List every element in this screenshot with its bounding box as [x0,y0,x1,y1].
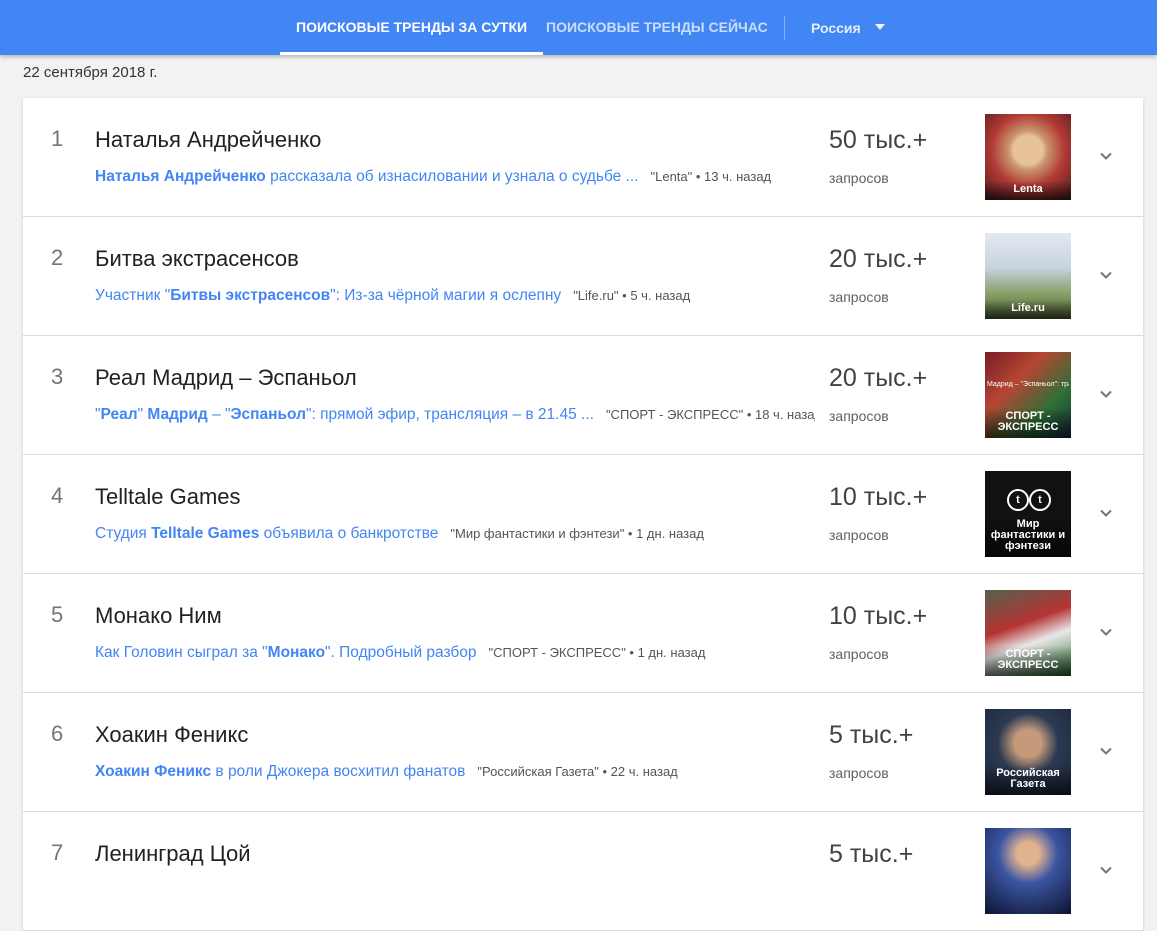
news-thumbnail[interactable]: Life.ru [985,233,1071,319]
news-thumbnail[interactable]: t t Мир фантастики и фэнтези [985,471,1071,557]
tab-divider [784,16,785,40]
news-image [985,828,1071,914]
date-heading: 22 сентября 2018 г. [23,64,158,81]
region-label: Россия [811,20,861,36]
news-thumbnail[interactable] [985,828,1071,914]
trend-row[interactable]: 1 Наталья Андрейченко Наталья Андрейченк… [23,98,1143,217]
trend-rank: 1 [51,126,64,151]
trend-title[interactable]: Наталья Андрейченко [95,127,321,153]
trend-article-line: Участник "Битвы экстрасенсов": Из-за чёр… [95,287,815,305]
trend-rank: 5 [51,602,64,627]
thumbnail-caption: Российская Газета [985,765,1071,795]
article-source: "СПОРТ - ЭКСПРЕСС" • 18 ч. назад [605,407,815,422]
article-source: "Life.ru" • 5 ч. назад [573,288,691,303]
search-count: 5 тыс.+ [829,721,914,749]
search-count: 20 тыс.+ [829,245,928,273]
news-thumbnail[interactable]: Lenta [985,114,1071,200]
thumbnail-caption: Lenta [985,181,1071,200]
thumbnail-caption: Мир фантастики и фэнтези [985,516,1071,557]
tab-realtime-trends[interactable]: ПОИСКОВЫЕ ТРЕНДЫ СЕЙЧАС [546,0,768,55]
trend-row[interactable]: 2 Битва экстрасенсов Участник "Битвы экс… [23,217,1143,336]
news-thumbnail[interactable]: Российская Газета [985,709,1071,795]
article-link[interactable]: Как Головин сыграл за "Монако". Подробны… [95,644,477,661]
trend-rank: 3 [51,364,64,389]
trend-rank: 4 [51,483,64,508]
chevron-down-icon[interactable] [1098,743,1114,759]
article-link[interactable]: Студия Telltale Games объявила о банкрот… [95,525,438,542]
caret-down-icon [874,24,885,31]
search-count: 20 тыс.+ [829,364,928,392]
trend-title[interactable]: Telltale Games [95,484,241,510]
trend-rank: 6 [51,721,64,746]
trend-article-line: Наталья Андрейченко рассказала об изнаси… [95,168,815,186]
thumbnail-caption: Life.ru [985,300,1071,319]
article-source: "СПОРТ - ЭКСПРЕСС" • 1 дн. назад [488,645,706,660]
search-count: 10 тыс.+ [829,602,928,630]
trend-title[interactable]: Ленинград Цой [95,841,251,867]
trend-article-line: Как Головин сыграл за "Монако". Подробны… [95,644,815,662]
thumbnail-overlay-text: Мадрид – "Эспаньол": трансляция – в 21.4… [987,381,1069,388]
search-count: 10 тыс.+ [829,483,928,511]
search-count: 50 тыс.+ [829,126,928,154]
news-thumbnail[interactable]: СПОРТ - ЭКСПРЕСС [985,590,1071,676]
trend-row[interactable]: 7 Ленинград Цой 5 тыс.+ [23,812,1143,931]
trend-title[interactable]: Монако Ним [95,603,222,629]
article-link[interactable]: "Реал" Мадрид – "Эспаньол": прямой эфир,… [95,406,594,423]
tab-daily-trends[interactable]: ПОИСКОВЫЕ ТРЕНДЫ ЗА СУТКИ [279,0,544,55]
trend-rank: 2 [51,245,64,270]
article-source: "Lenta" • 13 ч. назад [650,169,772,184]
trend-title[interactable]: Хоакин Феникс [95,722,248,748]
news-thumbnail[interactable]: Мадрид – "Эспаньол": трансляция – в 21.4… [985,352,1071,438]
article-source: "Российская Газета" • 22 ч. назад [477,764,678,779]
trend-article-line: Студия Telltale Games объявила о банкрот… [95,525,815,543]
trend-row[interactable]: 6 Хоакин Феникс Хоакин Феникс в роли Джо… [23,693,1143,812]
chevron-down-icon[interactable] [1098,505,1114,521]
article-link[interactable]: Хоакин Феникс в роли Джокера восхитил фа… [95,763,465,780]
search-count-label: запросов [829,765,889,781]
search-count-label: запросов [829,289,889,305]
trend-article-line: Хоакин Феникс в роли Джокера восхитил фа… [95,763,815,781]
chevron-down-icon[interactable] [1098,267,1114,283]
region-selector[interactable]: Россия [811,0,885,55]
search-count: 5 тыс.+ [829,840,914,868]
search-count-label: запросов [829,646,889,662]
trends-list: 1 Наталья Андрейченко Наталья Андрейченк… [23,98,1143,931]
logo-mark-icon: t [1007,489,1029,511]
trend-title[interactable]: Битва экстрасенсов [95,246,299,272]
trend-row[interactable]: 5 Монако Ним Как Головин сыграл за "Мона… [23,574,1143,693]
thumbnail-caption: СПОРТ - ЭКСПРЕСС [985,646,1071,676]
trend-article-line: "Реал" Мадрид – "Эспаньол": прямой эфир,… [95,406,815,424]
chevron-down-icon[interactable] [1098,386,1114,402]
chevron-down-icon[interactable] [1098,148,1114,164]
chevron-down-icon[interactable] [1098,862,1114,878]
thumbnail-caption: СПОРТ - ЭКСПРЕСС [985,408,1071,438]
trend-row[interactable]: 3 Реал Мадрид – Эспаньол "Реал" Мадрид –… [23,336,1143,455]
search-count-label: запросов [829,527,889,543]
trend-row[interactable]: 4 Telltale Games Студия Telltale Games о… [23,455,1143,574]
trend-title[interactable]: Реал Мадрид – Эспаньол [95,365,357,391]
trend-rank: 7 [51,840,64,865]
article-link[interactable]: Наталья Андрейченко рассказала об изнаси… [95,168,639,185]
search-count-label: запросов [829,408,889,424]
article-source: "Мир фантастики и фэнтези" • 1 дн. назад [450,526,704,541]
logo-mark-icon: t [1029,489,1051,511]
chevron-down-icon[interactable] [1098,624,1114,640]
top-bar: ПОИСКОВЫЕ ТРЕНДЫ ЗА СУТКИ ПОИСКОВЫЕ ТРЕН… [0,0,1157,55]
article-link[interactable]: Участник "Битвы экстрасенсов": Из-за чёр… [95,287,561,304]
search-count-label: запросов [829,170,889,186]
